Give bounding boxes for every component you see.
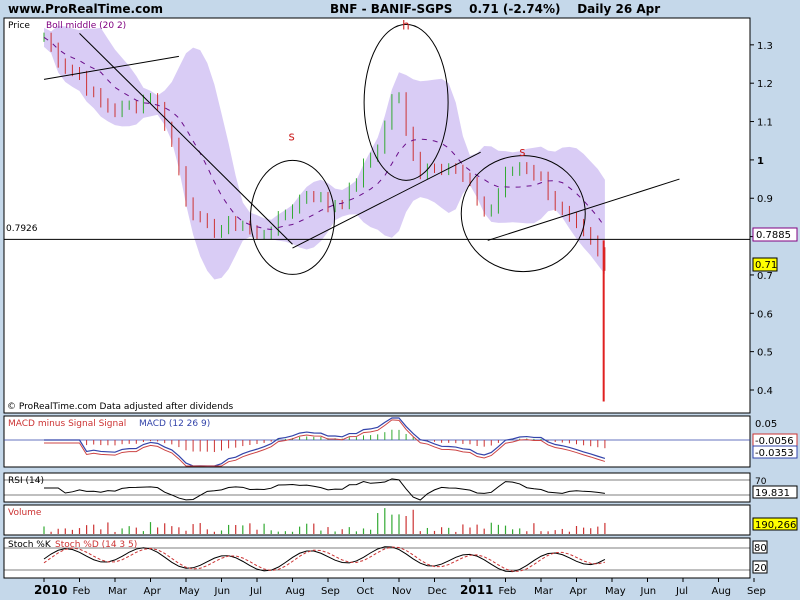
support-level-label: 0.7926 <box>6 224 38 234</box>
y-tick-label: 1.2 <box>757 79 773 90</box>
stoch-label-b: Stoch %D (14 3 5) <box>55 540 137 550</box>
x-tick-label: Aug <box>286 586 306 597</box>
y-tick-label: 1.1 <box>757 118 773 129</box>
pattern-label-shoulder-left: s <box>289 130 295 144</box>
macd-label-a: MACD minus Signal Signal <box>8 419 126 429</box>
x-tick-label: Sep <box>321 586 340 597</box>
pattern-label-head: h <box>402 19 410 33</box>
boll-badge-value: 0.7885 <box>756 230 791 241</box>
y-tick-label: 0.7 <box>757 271 773 282</box>
y-tick-label: 0.5 <box>757 348 773 359</box>
macd-badge-a-value: -0.0056 <box>755 436 794 447</box>
macd-tick-005: 0.05 <box>755 419 777 430</box>
pattern-label-shoulder-right: s <box>519 145 525 159</box>
volume-badge-value: 190,266 <box>755 520 796 531</box>
macd-label-b: MACD (12 26 9) <box>139 419 210 429</box>
x-tick-label: May <box>179 586 200 597</box>
x-tick-label: Nov <box>392 586 412 597</box>
volume-label: Volume <box>8 508 42 518</box>
x-tick-label: Jul <box>675 586 688 597</box>
x-tick-label: Apr <box>570 586 588 597</box>
stoch-label-a: Stoch %K <box>8 540 52 550</box>
y-tick-label: 0.9 <box>757 194 773 205</box>
x-tick-label: Jun <box>640 586 657 597</box>
y-tick-label: 1.3 <box>757 41 773 52</box>
x-axis: 2010 Feb Mar Apr May Jun Jul Aug Sep Oct Nov Dec 201… <box>34 578 766 597</box>
boll-label: Boll middle (20 2) <box>46 21 126 31</box>
chart-svg[interactable]: 0.40.50.60.70.80.911.11.21.3 2010FebMarA… <box>0 0 800 600</box>
x-tick-label: Feb <box>73 586 91 597</box>
x-tick-label: Sep <box>747 586 766 597</box>
x-tick-label: Jun <box>214 586 231 597</box>
chart-window: www.ProRealTime.com BNF - BANIF-SGPS 0.7… <box>0 0 800 600</box>
price-y-axis: 0.40.50.60.70.80.911.11.21.3 <box>750 41 773 397</box>
y-tick-label: 1 <box>757 156 764 167</box>
x-tick-label: 2010 <box>34 583 67 597</box>
x-tick-label: May <box>605 586 626 597</box>
stoch-badge-a-value: 80 <box>754 543 767 554</box>
rsi-label: RSI (14) <box>8 476 44 486</box>
x-tick-label: 2011 <box>460 583 493 597</box>
x-tick-label: Apr <box>144 586 162 597</box>
rsi-badge-value: 19.831 <box>755 488 790 499</box>
x-tick-label: Oct <box>357 586 374 597</box>
y-tick-label: 0.6 <box>757 309 773 320</box>
x-tick-label: Mar <box>534 586 554 597</box>
rsi-panel[interactable] <box>3 472 751 503</box>
data-footer: © ProRealTime.com Data adjusted after di… <box>7 402 233 412</box>
last-price-value: 0.71 <box>755 260 777 271</box>
price-label: Price <box>8 21 30 31</box>
x-tick-label: Feb <box>499 586 517 597</box>
x-tick-label: Aug <box>712 586 732 597</box>
volume-panel[interactable] <box>3 504 751 536</box>
x-tick-label: Dec <box>428 586 447 597</box>
x-tick-label: Jul <box>249 586 262 597</box>
x-tick-label: Mar <box>108 586 128 597</box>
y-tick-label: 0.4 <box>757 386 773 397</box>
macd-badge-b-value: -0.0353 <box>755 448 794 459</box>
stoch-badge-b-value: 20 <box>754 563 767 574</box>
